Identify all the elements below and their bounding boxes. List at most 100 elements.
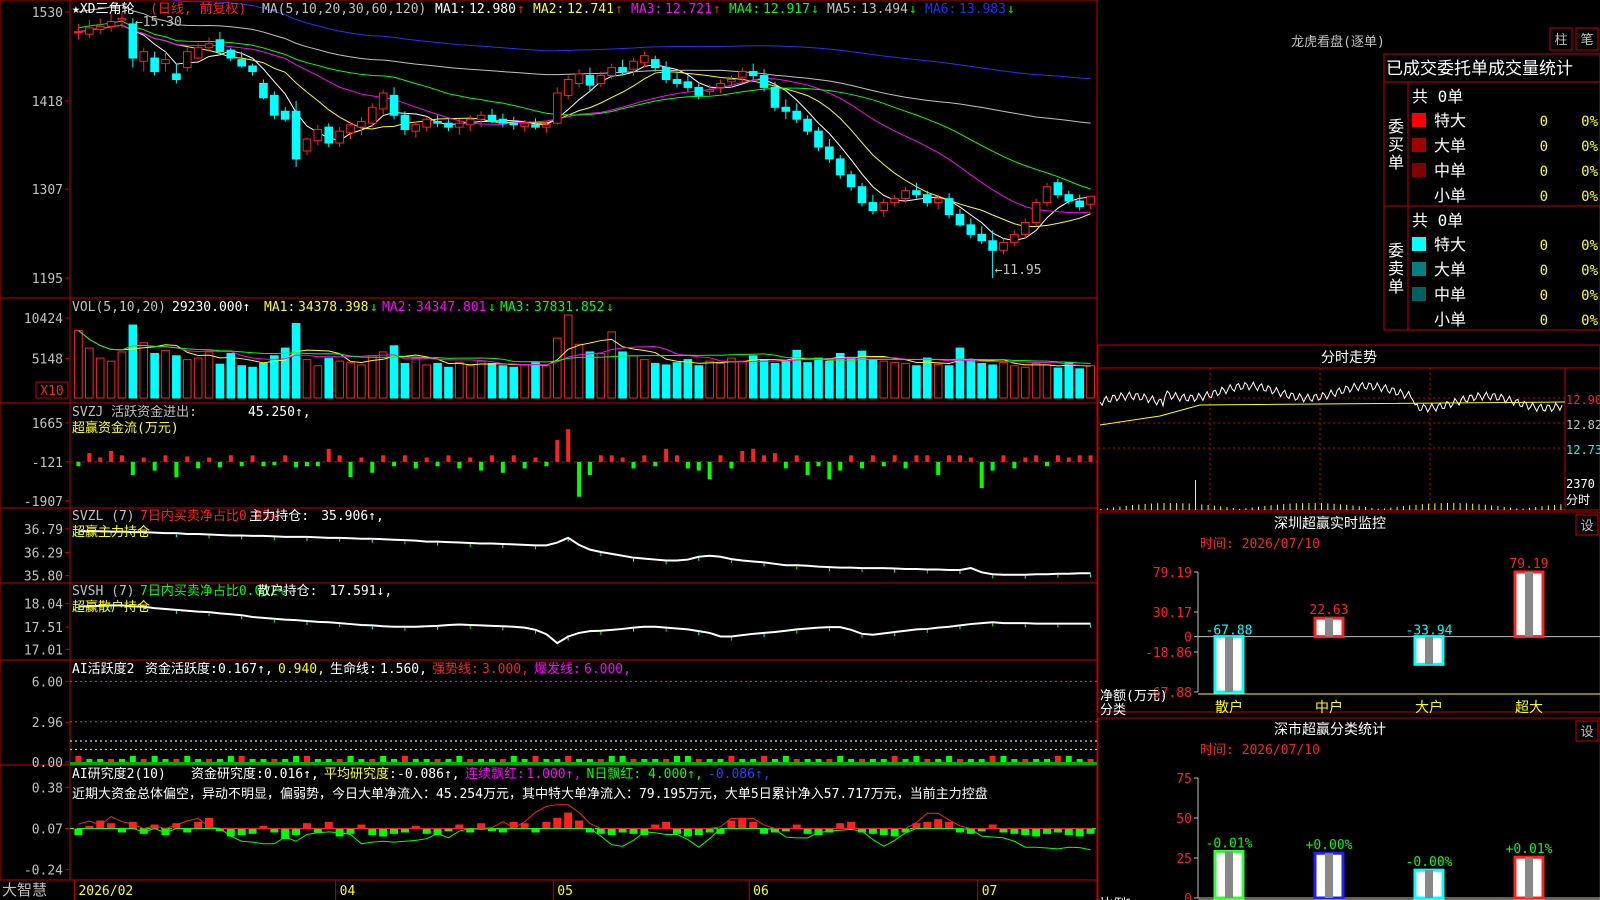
- volume-bar: [335, 360, 344, 399]
- svsh-title: SVSH (7): [72, 584, 135, 599]
- ai1-bar: [488, 759, 495, 762]
- ai2-bar: [683, 828, 692, 837]
- volume-bar: [324, 357, 334, 399]
- svzl-subtitle: 超赢主力持仓: [72, 524, 150, 540]
- buy-row-name: 特大: [1434, 111, 1466, 130]
- ai1-bar: [543, 759, 550, 762]
- intraday-unit: 分时: [1566, 493, 1590, 507]
- candle-body: [270, 94, 279, 116]
- svzj-bar: [435, 461, 440, 467]
- svzj-bar: [337, 455, 342, 462]
- monitor-ytick-label: 0: [1184, 631, 1192, 646]
- ai1-bar: [739, 759, 746, 762]
- y-tick-label-ai1: 6.00: [32, 675, 63, 690]
- ai1-bar: [978, 759, 985, 762]
- svzj-bar: [1023, 457, 1028, 462]
- sell-color-swatch: [1412, 287, 1426, 301]
- ai1-header-value3: 1.560,: [380, 662, 427, 677]
- candle-body: [694, 86, 704, 96]
- sell-color-swatch: [1412, 312, 1426, 326]
- classify-ytick-label: 25: [1176, 852, 1192, 867]
- svzj-bar: [413, 461, 418, 469]
- y-tick-label-svsh: 17.51: [24, 621, 63, 636]
- ai2-bar: [542, 821, 551, 829]
- ai2-bar: [324, 821, 333, 829]
- ai1-bar: [630, 759, 637, 762]
- volume-bar: [879, 360, 889, 399]
- svzj-bar: [881, 461, 886, 467]
- ai2-header-avg_label: 平均研究度:: [324, 766, 397, 782]
- ai1-bar: [565, 756, 572, 762]
- ai1-bar: [782, 756, 789, 762]
- volume-bar: [95, 357, 105, 399]
- intraday-price-line: [1099, 381, 1563, 413]
- vol-ma-arrow: ↓: [370, 300, 378, 315]
- volume-bar: [846, 356, 856, 399]
- volume-bar: [672, 362, 682, 399]
- ai1-header-burst: 6.000,: [584, 662, 631, 677]
- svzj-subtitle: 超赢资金流(万元): [72, 420, 179, 436]
- ma-params-label: MA(5,10,20,30,60,120): [262, 2, 426, 17]
- buy-total: 共 0单: [1412, 87, 1463, 106]
- svzj-bar: [609, 455, 614, 462]
- ai1-bar: [140, 759, 147, 762]
- svzj-bar: [555, 440, 560, 462]
- ai2-bar: [313, 828, 322, 833]
- y-tick-label-vol: 5148: [32, 352, 63, 367]
- ai2-bar: [923, 821, 932, 829]
- volume-bar: [640, 359, 649, 399]
- candle-body: [759, 75, 769, 88]
- ai2-bar: [422, 828, 431, 834]
- ai1-bar: [336, 759, 343, 762]
- ai1-bar: [608, 756, 615, 762]
- vol-unit-label: X10: [40, 384, 63, 399]
- candle-body: [966, 224, 976, 235]
- ai1-bar: [75, 756, 82, 762]
- candle-body: [1053, 182, 1063, 196]
- candle-body: [596, 75, 606, 84]
- ma-legend-name: MA1:: [435, 2, 466, 17]
- svzj-bar: [838, 461, 843, 471]
- ai1-bar: [108, 759, 115, 762]
- volume-bar: [422, 364, 432, 399]
- ai2-header-item: 资金研究度:: [191, 766, 264, 782]
- sell-vertical-label: 卖: [1388, 259, 1404, 278]
- svzj-bar: [772, 453, 777, 462]
- ai1-header-burst_label: 爆发线:: [534, 661, 581, 677]
- ai1-bar: [238, 756, 245, 762]
- volume-bar: [988, 364, 997, 399]
- ai2-bar: [607, 828, 616, 836]
- volume-bar: [259, 362, 268, 399]
- intraday-ytick: 12.82: [1566, 418, 1600, 432]
- ai2-bar: [1053, 828, 1062, 833]
- candle-body: [781, 106, 791, 112]
- ai1-bar: [1000, 756, 1007, 762]
- x-tick-label: 2026/02: [78, 884, 133, 899]
- ai2-bar: [292, 828, 301, 836]
- candle-body: [727, 78, 736, 83]
- ai1-bar: [293, 756, 300, 762]
- ai1-bar: [1011, 759, 1018, 762]
- ai1-bar: [445, 759, 452, 762]
- monitor-category-label: 中户: [1315, 699, 1343, 716]
- candle-body: [291, 110, 301, 160]
- classify-settings-label: 设: [1580, 725, 1593, 740]
- volume-bar: [455, 362, 464, 399]
- svzj-bar: [740, 450, 745, 462]
- ai1-bar: [771, 759, 778, 762]
- ai2-bar: [999, 828, 1008, 833]
- buy-color-swatch: [1412, 113, 1426, 127]
- candle-body: [204, 43, 214, 49]
- ai2-bar: [520, 823, 529, 829]
- svzj-bar: [794, 455, 799, 462]
- ai1-bar: [902, 759, 909, 762]
- candle-body: [476, 114, 486, 120]
- y-tick-label-ai2: 0.38: [32, 781, 63, 796]
- monitor-bar-shade: [1425, 636, 1433, 665]
- volume-bar: [1031, 362, 1041, 399]
- ai1-bar: [412, 759, 419, 762]
- candle-body: [1010, 233, 1019, 243]
- y-tick-label-main: 1418: [32, 95, 63, 110]
- svzj-bar: [642, 455, 647, 462]
- volume-bar: [161, 349, 170, 399]
